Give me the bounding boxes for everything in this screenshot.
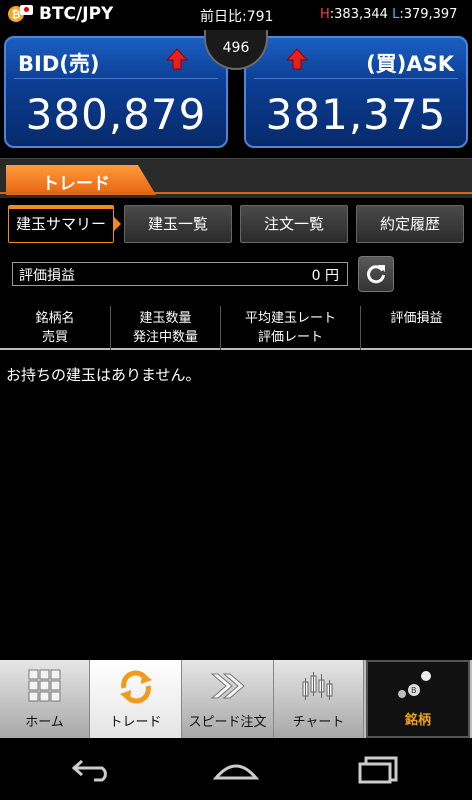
- sub-tabs: 建玉サマリー 建玉一覧 注文一覧 約定履歴: [0, 205, 472, 245]
- nav-speed-order[interactable]: スピード注文: [182, 660, 274, 738]
- col-pl: 評価損益: [360, 306, 472, 350]
- section-bar: トレード: [0, 158, 472, 198]
- unrealized-pl-label: 評価損益: [19, 268, 75, 284]
- nav-home[interactable]: ホーム: [0, 660, 90, 738]
- tab-execution-history[interactable]: 約定履歴: [356, 205, 464, 243]
- col-symbol: 銘柄名 売買: [35, 311, 75, 345]
- trade-exchange-icon: [119, 670, 152, 704]
- price-up-arrow-icon: [286, 48, 308, 70]
- pair-name: BTC/JPY: [39, 4, 114, 24]
- tab-order-list[interactable]: 注文一覧: [240, 205, 348, 243]
- unrealized-pl-row: 評価損益 0 円: [12, 262, 348, 286]
- price-up-arrow-icon: [166, 48, 188, 70]
- nav-chart[interactable]: チャート: [274, 660, 364, 738]
- status-header: ₿ BTC/JPY 前日比:791 H:383,344 L:379,397: [0, 0, 472, 30]
- bid-label: BID(売): [18, 52, 100, 76]
- svg-text:B: B: [411, 686, 417, 695]
- android-nav-bar: [0, 738, 472, 800]
- tab-trade[interactable]: トレード: [6, 165, 156, 195]
- tab-position-summary[interactable]: 建玉サマリー: [8, 205, 121, 243]
- bottom-nav: ホーム トレード スピード注文 チャート B 銘柄: [0, 660, 472, 738]
- nav-trade[interactable]: トレード: [90, 660, 182, 738]
- home-icon[interactable]: [212, 756, 260, 782]
- unrealized-pl-value: 0 円: [311, 268, 339, 284]
- recent-apps-icon[interactable]: [358, 756, 402, 784]
- crypto-coins-icon: B: [398, 671, 431, 698]
- speed-arrows-icon: [210, 673, 245, 699]
- tab-position-list[interactable]: 建玉一覧: [124, 205, 232, 243]
- bid-price: 380,879: [25, 90, 207, 139]
- ask-label: (買)ASK: [366, 52, 454, 76]
- refresh-button[interactable]: [358, 256, 394, 292]
- bid-panel[interactable]: BID(売) 380,879: [4, 36, 228, 148]
- ask-price: 381,375: [265, 90, 447, 139]
- nav-symbols[interactable]: B 銘柄: [366, 660, 470, 738]
- table-header: 銘柄名 売買 建玉数量 発注中数量 平均建玉レート 評価レート 評価損益: [0, 306, 472, 350]
- japan-flag-icon: [20, 5, 33, 15]
- currency-pair[interactable]: ₿ BTC/JPY: [8, 4, 113, 24]
- col-rate: 平均建玉レート 評価レート: [220, 306, 360, 350]
- back-icon[interactable]: [70, 756, 114, 782]
- grid-icon: [28, 669, 60, 702]
- col-quantity: 建玉数量 発注中数量: [110, 306, 220, 350]
- candlestick-chart-icon: [302, 672, 332, 700]
- prev-day-change: 前日比:791: [200, 9, 274, 25]
- ask-panel[interactable]: (買)ASK 381,375: [244, 36, 468, 148]
- high-low: H:383,344 L:379,397: [320, 7, 458, 22]
- empty-message: お持ちの建玉はありません。: [6, 366, 201, 384]
- refresh-icon: [367, 265, 385, 284]
